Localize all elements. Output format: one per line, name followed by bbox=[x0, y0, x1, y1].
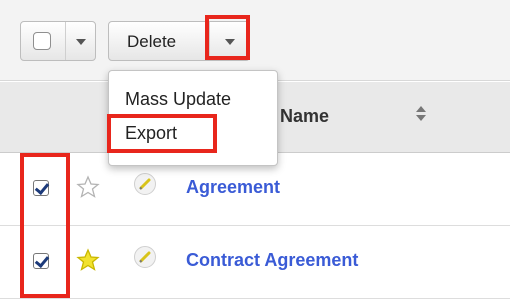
delete-label[interactable]: Delete bbox=[127, 32, 176, 52]
highlight-export bbox=[107, 114, 217, 153]
pencil-icon[interactable] bbox=[134, 246, 156, 268]
button-divider bbox=[65, 22, 66, 60]
menu-item-mass-update[interactable]: Mass Update bbox=[125, 89, 231, 110]
star-icon[interactable] bbox=[76, 248, 100, 272]
pencil-glyph bbox=[139, 251, 151, 263]
pencil-icon[interactable] bbox=[134, 173, 156, 195]
star-icon[interactable] bbox=[76, 175, 100, 199]
list-toolbar: Delete bbox=[0, 0, 510, 81]
sort-up-icon bbox=[416, 106, 426, 112]
select-all-button[interactable] bbox=[20, 21, 96, 61]
highlight-row-checkboxes bbox=[20, 153, 70, 298]
highlight-dropdown-caret bbox=[205, 15, 250, 60]
record-link[interactable]: Agreement bbox=[186, 177, 280, 198]
sort-icon[interactable] bbox=[416, 106, 426, 124]
chevron-down-icon[interactable] bbox=[76, 39, 86, 45]
pencil-glyph bbox=[139, 178, 151, 190]
table-row[interactable]: Contract Agreement bbox=[0, 226, 510, 299]
sort-down-icon bbox=[416, 115, 426, 121]
select-all-checkbox[interactable] bbox=[33, 32, 51, 50]
record-link[interactable]: Contract Agreement bbox=[186, 250, 358, 271]
